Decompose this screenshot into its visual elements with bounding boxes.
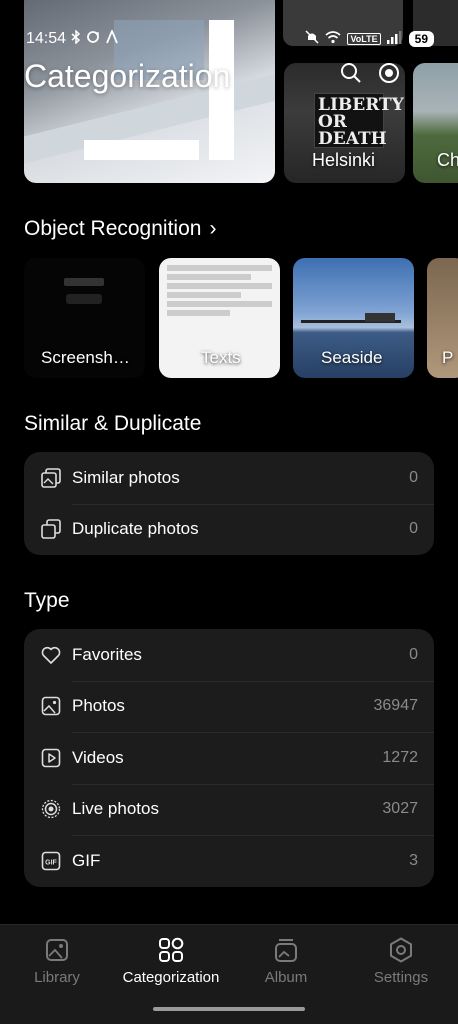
videos-label: Videos	[72, 747, 124, 767]
recognition-label-texts: Texts	[201, 348, 241, 367]
thumb-sign-text: LIBERTY OR DEATH	[318, 95, 404, 149]
thumb-line	[167, 265, 272, 271]
page-title: Categorization	[24, 58, 231, 94]
recognition-label-seaside: Seaside	[321, 348, 383, 367]
album-label-ch: Ch	[437, 150, 458, 170]
thumb-line	[167, 283, 272, 289]
videos-count: 1272	[382, 748, 418, 766]
settings-icon	[344, 935, 458, 965]
thumb-line	[167, 292, 241, 298]
recognition-card-partial[interactable]: P	[427, 258, 458, 378]
volte-badge: VoLTE	[347, 33, 381, 45]
object-recognition-header[interactable]: Object Recognition ›	[24, 217, 216, 241]
recognition-label-screenshots: Screensh…	[41, 348, 130, 367]
recognition-card-texts[interactable]: Texts	[159, 258, 280, 378]
recognition-card-screenshots[interactable]: Screensh…	[24, 258, 145, 378]
album-thumb-ch[interactable]: Ch	[413, 63, 458, 183]
recognition-card-seaside[interactable]: Seaside	[293, 258, 414, 378]
thumb-line	[167, 310, 230, 316]
photos-row[interactable]: Photos 36947	[24, 680, 434, 733]
duplicate-photos-label: Duplicate photos	[72, 519, 199, 539]
nav-label-categorization: Categorization	[122, 969, 220, 986]
nav-label-settings: Settings	[373, 969, 429, 986]
photos-count: 36947	[373, 697, 419, 715]
similar-duplicate-card: Similar photos 0 Duplicate photos 0	[24, 452, 434, 555]
type-card: Favorites 0 Photos 36947 Videos 1272 Liv…	[24, 629, 434, 887]
nav-tab-settings[interactable]: Settings	[344, 935, 458, 986]
thumb-shape	[66, 294, 102, 304]
recognition-label-partial: P	[442, 348, 454, 367]
thumb-shape	[84, 140, 199, 160]
categorization-icon	[114, 935, 228, 965]
live-photos-label: Live photos	[72, 799, 159, 819]
similar-photos-row[interactable]: Similar photos 0	[24, 452, 434, 504]
favorites-label: Favorites	[72, 644, 142, 664]
similar-photos-icon	[40, 467, 62, 489]
bluetooth-icon	[71, 28, 81, 49]
camera-mode-icon[interactable]	[378, 62, 400, 89]
nav-label-library: Library	[34, 969, 80, 986]
object-recognition-row: Screensh… Texts Seaside P	[24, 258, 458, 378]
similar-photos-count: 0	[409, 468, 418, 486]
nav-tab-categorization[interactable]: Categorization	[114, 935, 228, 986]
home-indicator[interactable]	[153, 1007, 305, 1011]
header-actions	[340, 62, 400, 89]
status-time: 14:54	[26, 30, 67, 47]
thumb-shape	[365, 313, 395, 322]
type-section-title: Type	[24, 589, 70, 612]
photo-icon	[40, 695, 62, 717]
heart-icon	[40, 644, 62, 666]
thumb-line	[167, 301, 272, 307]
nav-tab-library[interactable]: Library	[0, 935, 114, 986]
sync-icon	[86, 30, 100, 49]
object-recognition-title: Object Recognition	[24, 217, 202, 240]
nav-label-album: Album	[264, 969, 308, 986]
text-thumb-lines	[167, 262, 272, 319]
duplicate-photos-row[interactable]: Duplicate photos 0	[24, 503, 434, 556]
nav-tab-album[interactable]: Album	[229, 935, 343, 986]
album-label-helsinki: Helsinki	[312, 150, 376, 170]
library-icon	[0, 935, 114, 965]
mute-icon	[305, 29, 319, 49]
app-notification-icon	[105, 28, 119, 49]
status-bar: 14:54 VoLTE 59	[0, 0, 458, 58]
signal-icon	[386, 30, 403, 49]
gif-label: GIF	[72, 850, 101, 870]
live-photos-row[interactable]: Live photos 3027	[24, 783, 434, 836]
thumb-shape	[64, 278, 104, 286]
live-photos-count: 3027	[382, 800, 418, 818]
search-icon[interactable]	[340, 62, 362, 89]
favorites-count: 0	[409, 645, 418, 663]
album-icon	[229, 935, 343, 965]
gif-row[interactable]: GIF GIF 3	[24, 835, 434, 887]
duplicate-photos-count: 0	[409, 520, 418, 538]
thumb-line	[167, 274, 251, 280]
photos-label: Photos	[72, 696, 125, 716]
duplicate-photos-icon	[40, 518, 62, 540]
similar-photos-label: Similar photos	[72, 467, 180, 487]
gif-icon: GIF	[40, 850, 62, 872]
video-icon	[40, 747, 62, 769]
wifi-icon	[325, 30, 341, 49]
svg-text:GIF: GIF	[45, 859, 57, 866]
videos-row[interactable]: Videos 1272	[24, 732, 434, 784]
chevron-right-icon: ›	[209, 217, 217, 240]
gif-count: 3	[409, 851, 418, 869]
similar-duplicate-title: Similar & Duplicate	[24, 412, 202, 435]
live-photo-icon	[40, 798, 62, 820]
favorites-row[interactable]: Favorites 0	[24, 629, 434, 681]
battery-indicator: 59	[408, 31, 434, 47]
